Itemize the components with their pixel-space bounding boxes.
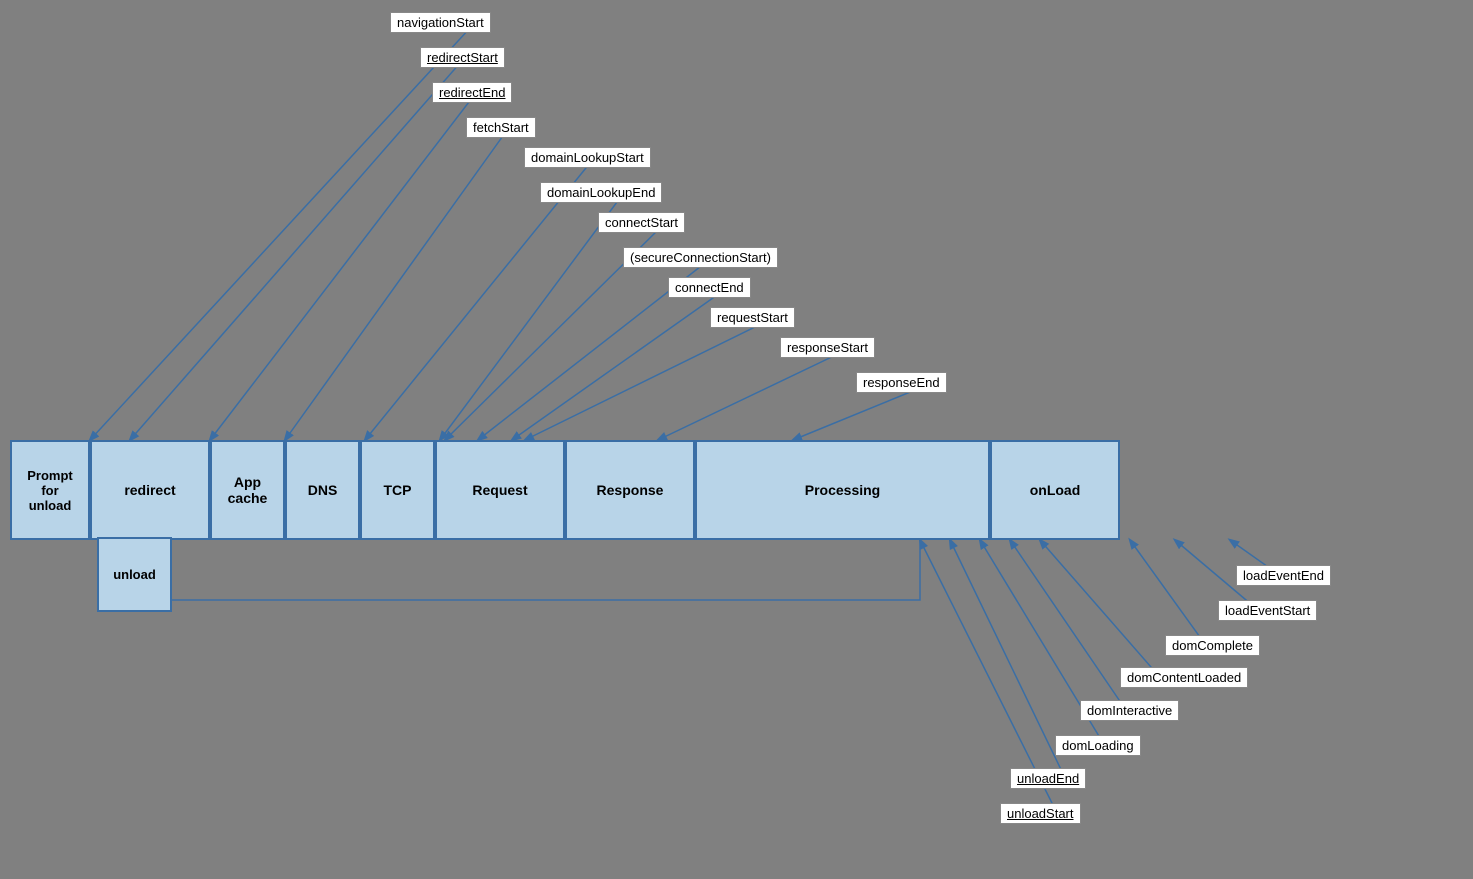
label-redirectStart: redirectStart — [420, 47, 505, 68]
timeline-row: Prompt for unload redirect unload App ca… — [10, 440, 1120, 540]
label-loadEventEnd: loadEventEnd — [1236, 565, 1331, 586]
label-secureConnectionStart: (secureConnectionStart) — [623, 247, 778, 268]
label-navigationStart: navigationStart — [390, 12, 491, 33]
label-domComplete: domComplete — [1165, 635, 1260, 656]
label-domLoading: domLoading — [1055, 735, 1141, 756]
label-connectEnd: connectEnd — [668, 277, 751, 298]
tl-box-redirect: redirect unload — [90, 440, 210, 540]
tl-box-response: Response — [565, 440, 695, 540]
label-unloadStart: unloadStart — [1000, 803, 1081, 824]
tl-box-tcp: TCP — [360, 440, 435, 540]
tl-box-prompt: Prompt for unload — [10, 440, 90, 540]
label-domContentLoaded: domContentLoaded — [1120, 667, 1248, 688]
tl-box-dns: DNS — [285, 440, 360, 540]
diagram-container: Prompt for unload redirect unload App ca… — [0, 0, 1473, 879]
tl-box-unload: unload — [97, 537, 172, 612]
label-requestStart: requestStart — [710, 307, 795, 328]
label-redirectEnd: redirectEnd — [432, 82, 512, 103]
label-domInteractive: domInteractive — [1080, 700, 1179, 721]
label-unloadEnd: unloadEnd — [1010, 768, 1086, 789]
tl-box-request: Request — [435, 440, 565, 540]
label-loadEventStart: loadEventStart — [1218, 600, 1317, 621]
label-domainLookupStart: domainLookupStart — [524, 147, 651, 168]
tl-box-onload: onLoad — [990, 440, 1120, 540]
label-fetchStart: fetchStart — [466, 117, 536, 138]
label-connectStart: connectStart — [598, 212, 685, 233]
tl-box-appcache: App cache — [210, 440, 285, 540]
label-responseStart: responseStart — [780, 337, 875, 358]
label-responseEnd: responseEnd — [856, 372, 947, 393]
label-domainLookupEnd: domainLookupEnd — [540, 182, 662, 203]
tl-box-processing: Processing — [695, 440, 990, 540]
